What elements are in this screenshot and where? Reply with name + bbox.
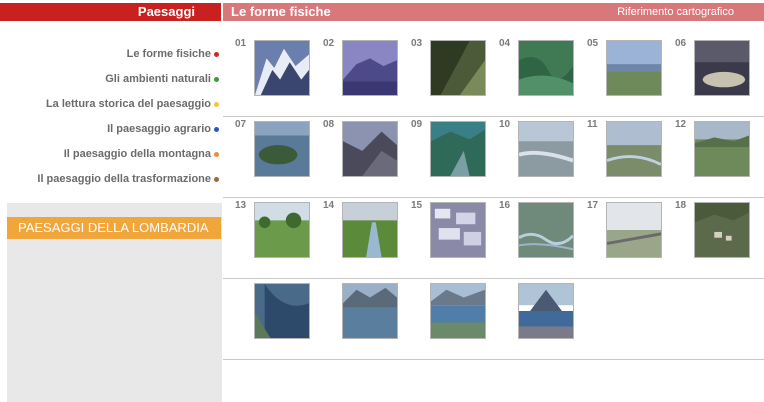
hillside-village-photo[interactable] [694,202,750,258]
nav-item-label: Gli ambienti naturali [105,72,211,85]
nav-item-paesaggio-montagna[interactable]: Il paesaggio della montagna [0,141,221,166]
photo-cell [487,279,575,353]
plain-lake-photo[interactable] [606,40,662,96]
photo-cell: 01 [223,36,311,110]
lombardia-link[interactable]: PAESAGGI DELLA LOMBARDIA [7,217,221,239]
photo-number: 05 [587,38,599,49]
teal-valley-photo[interactable] [430,121,486,177]
lake-aerial-photo[interactable] [254,283,310,339]
photo-number: 07 [235,119,247,130]
photo-cell: 13 [223,198,311,272]
bullet-dot-icon [214,51,219,57]
section-header-right: Le forme fisiche Riferimento cartografic… [223,3,764,21]
photo-cell: 15 [399,198,487,272]
photo-cell: 10 [487,117,575,191]
blue-mountain-photo[interactable] [342,40,398,96]
photo-number: 14 [323,200,335,211]
section-title: Paesaggi [137,4,195,19]
photo-cell: 16 [487,198,575,272]
nav-item-forme-fisiche[interactable]: Le forme fisiche [0,41,221,66]
photo-number: 08 [323,119,335,130]
photo-cell [311,279,399,353]
nav-item-label: Il paesaggio della trasformazione [37,172,211,185]
photo-row: 07 08 09 10 11 12 [223,117,764,198]
photo-cell: 08 [311,117,399,191]
photo-cell: 14 [311,198,399,272]
snowy-mountain-photo[interactable] [254,40,310,96]
nav-item-label: Il paesaggio agrario [107,122,211,135]
section-header-left: Paesaggi [0,3,221,21]
green-valley-photo[interactable] [518,40,574,96]
photo-cell: 12 [663,117,751,191]
river-plain-photo[interactable] [606,121,662,177]
meadow-trees-photo[interactable] [254,202,310,258]
photo-number: 06 [675,38,687,49]
lake-island-photo[interactable] [254,121,310,177]
nav-item-ambienti-naturali[interactable]: Gli ambienti naturali [0,66,221,91]
photo-row: 13 14 15 16 17 18 [223,198,764,279]
photo-row: 01 02 03 04 05 06 [223,36,764,117]
nav-item-lettura-storica[interactable]: La lettura storica del paesaggio [0,91,221,116]
sunset-lake-photo[interactable] [694,40,750,96]
sidebar-nav: Le forme fisiche Gli ambienti naturali L… [0,41,221,191]
photo-cell: 17 [575,198,663,272]
photo-number: 18 [675,200,687,211]
nav-item-label: Il paesaggio della montagna [63,147,211,160]
cartographic-reference-link[interactable]: Riferimento cartografico [617,6,734,18]
photo-cell: 02 [311,36,399,110]
photo-cell: 04 [487,36,575,110]
riverbed-photo[interactable] [518,121,574,177]
photo-cell: 09 [399,117,487,191]
flooded-fields-photo[interactable] [430,202,486,258]
photo-cell: 05 [575,36,663,110]
photo-number: 11 [587,119,598,130]
bullet-dot-icon [214,176,219,182]
delta-photo[interactable] [518,202,574,258]
photo-number: 09 [411,119,423,130]
nav-item-paesaggio-trasformazione[interactable]: Il paesaggio della trasformazione [0,166,221,191]
photo-number: 12 [675,119,687,130]
photo-row [223,279,764,360]
nav-item-label: La lettura storica del paesaggio [45,97,211,110]
dark-lake-photo[interactable] [342,121,398,177]
bullet-dot-icon [214,101,219,107]
photo-number: 01 [235,38,247,49]
bullet-dot-icon [214,126,219,132]
photo-number: 02 [323,38,335,49]
photo-cell: 07 [223,117,311,191]
photo-cell: 06 [663,36,751,110]
photo-number: 04 [499,38,511,49]
lombardia-panel: PAESAGGI DELLA LOMBARDIA [7,203,222,402]
photo-cell: 18 [663,198,751,272]
page-title: Le forme fisiche [231,4,331,19]
bullet-dot-icon [214,76,219,82]
nav-item-paesaggio-agrario[interactable]: Il paesaggio agrario [0,116,221,141]
lake-shore-photo[interactable] [430,283,486,339]
canal-photo[interactable] [342,202,398,258]
green-slope-photo[interactable] [430,40,486,96]
photo-number: 10 [499,119,511,130]
photo-number: 13 [235,200,247,211]
hills-plain-photo[interactable] [694,121,750,177]
photo-number: 17 [587,200,599,211]
bullet-dot-icon [214,151,219,157]
photo-number: 15 [411,200,423,211]
photo-grid: 01 02 03 04 05 06 07 08 09 10 11 12 13 14 15 16 17 18 [223,36,764,360]
photo-cell [223,279,311,353]
photo-cell: 11 [575,117,663,191]
nav-item-label: Le forme fisiche [126,47,211,60]
road-field-photo[interactable] [606,202,662,258]
photo-number: 03 [411,38,423,49]
lake-mountains-photo[interactable] [342,283,398,339]
photo-cell: 03 [399,36,487,110]
photo-number: 16 [499,200,511,211]
harbor-mountain-photo[interactable] [518,283,574,339]
photo-cell [399,279,487,353]
